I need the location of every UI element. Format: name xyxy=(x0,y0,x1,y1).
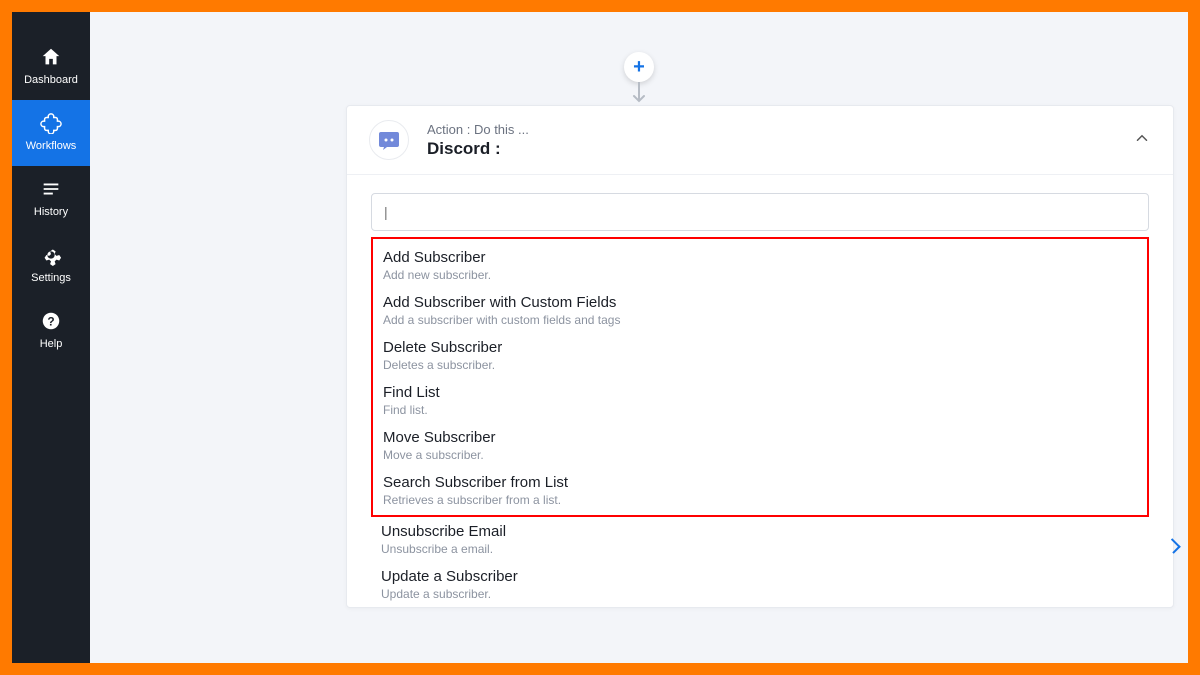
add-step-button[interactable]: + xyxy=(624,52,654,82)
action-option[interactable]: Unsubscribe Email Unsubscribe a email. xyxy=(371,517,1149,562)
action-option[interactable]: Move Subscriber Move a subscriber. xyxy=(373,423,1147,468)
sidebar-item-label: Workflows xyxy=(26,140,77,152)
card-subtitle: Action : Do this ... xyxy=(427,122,1133,137)
action-option[interactable]: Add Subscriber with Custom Fields Add a s… xyxy=(373,288,1147,333)
action-option-desc: Move a subscriber. xyxy=(383,448,1137,462)
discord-icon xyxy=(377,128,401,152)
sidebar-item-workflows[interactable]: Workflows xyxy=(12,100,90,166)
action-option[interactable]: Update a Subscriber Update a subscriber. xyxy=(371,562,1149,607)
action-option[interactable]: Delete Subscriber Deletes a subscriber. xyxy=(373,333,1147,378)
action-option[interactable]: Search Subscriber from List Retrieves a s… xyxy=(373,468,1147,513)
svg-text:?: ? xyxy=(47,315,54,329)
gear-icon xyxy=(40,244,62,266)
sidebar: Dashboard Workflows History Settings ? H… xyxy=(12,12,90,663)
card-title: Discord : xyxy=(427,139,1133,159)
app-icon-discord xyxy=(369,120,409,160)
sidebar-item-label: Settings xyxy=(31,272,71,284)
action-option-desc: Deletes a subscriber. xyxy=(383,358,1137,372)
help-icon: ? xyxy=(40,310,62,332)
action-option-desc: Retrieves a subscriber from a list. xyxy=(383,493,1137,507)
action-option-title: Update a Subscriber xyxy=(381,568,1139,585)
action-card-header[interactable]: Action : Do this ... Discord : xyxy=(347,106,1173,175)
sidebar-item-label: Help xyxy=(40,338,63,350)
action-card-body: Add SubscriberAdd new subscriber.Add Sub… xyxy=(347,175,1173,607)
sidebar-item-label: History xyxy=(34,206,68,218)
action-option-title: Move Subscriber xyxy=(383,429,1137,446)
plus-icon: + xyxy=(633,56,645,79)
action-search-input[interactable] xyxy=(371,193,1149,231)
sidebar-item-settings[interactable]: Settings xyxy=(12,232,90,298)
action-option-title: Search Subscriber from List xyxy=(383,474,1137,491)
action-option-title: Add Subscriber with Custom Fields xyxy=(383,294,1137,311)
sidebar-item-label: Dashboard xyxy=(24,74,78,86)
home-icon xyxy=(40,46,62,68)
sidebar-item-help[interactable]: ? Help xyxy=(12,298,90,364)
chevron-up-icon xyxy=(1133,129,1151,147)
workflow-icon xyxy=(40,112,62,134)
action-card: Action : Do this ... Discord : Add Subsc… xyxy=(346,105,1174,608)
history-icon xyxy=(40,178,62,200)
action-option-title: Find List xyxy=(383,384,1137,401)
action-option-desc: Add new subscriber. xyxy=(383,268,1137,282)
action-option-list-highlighted: Add SubscriberAdd new subscriber.Add Sub… xyxy=(371,237,1149,517)
action-option-desc: Unsubscribe a email. xyxy=(381,542,1139,556)
action-option-desc: Update a subscriber. xyxy=(381,587,1139,601)
action-option-list: Unsubscribe Email Unsubscribe a email. Upd… xyxy=(371,517,1149,607)
action-option[interactable]: Add Subscriber Add new subscriber. xyxy=(373,243,1147,288)
sidebar-item-dashboard[interactable]: Dashboard xyxy=(12,34,90,100)
action-option-title: Delete Subscriber xyxy=(383,339,1137,356)
collapse-button[interactable] xyxy=(1133,129,1151,152)
main-canvas: + Action : Do this ... Discord : Add xyxy=(90,12,1188,663)
action-option-desc: Add a subscriber with custom fields and … xyxy=(383,313,1137,327)
action-option-desc: Find list. xyxy=(383,403,1137,417)
action-option-title: Unsubscribe Email xyxy=(381,523,1139,540)
action-option-title: Add Subscriber xyxy=(383,249,1137,266)
sidebar-item-history[interactable]: History xyxy=(12,166,90,232)
app-frame: Dashboard Workflows History Settings ? H… xyxy=(12,12,1188,663)
action-option[interactable]: Find List Find list. xyxy=(373,378,1147,423)
